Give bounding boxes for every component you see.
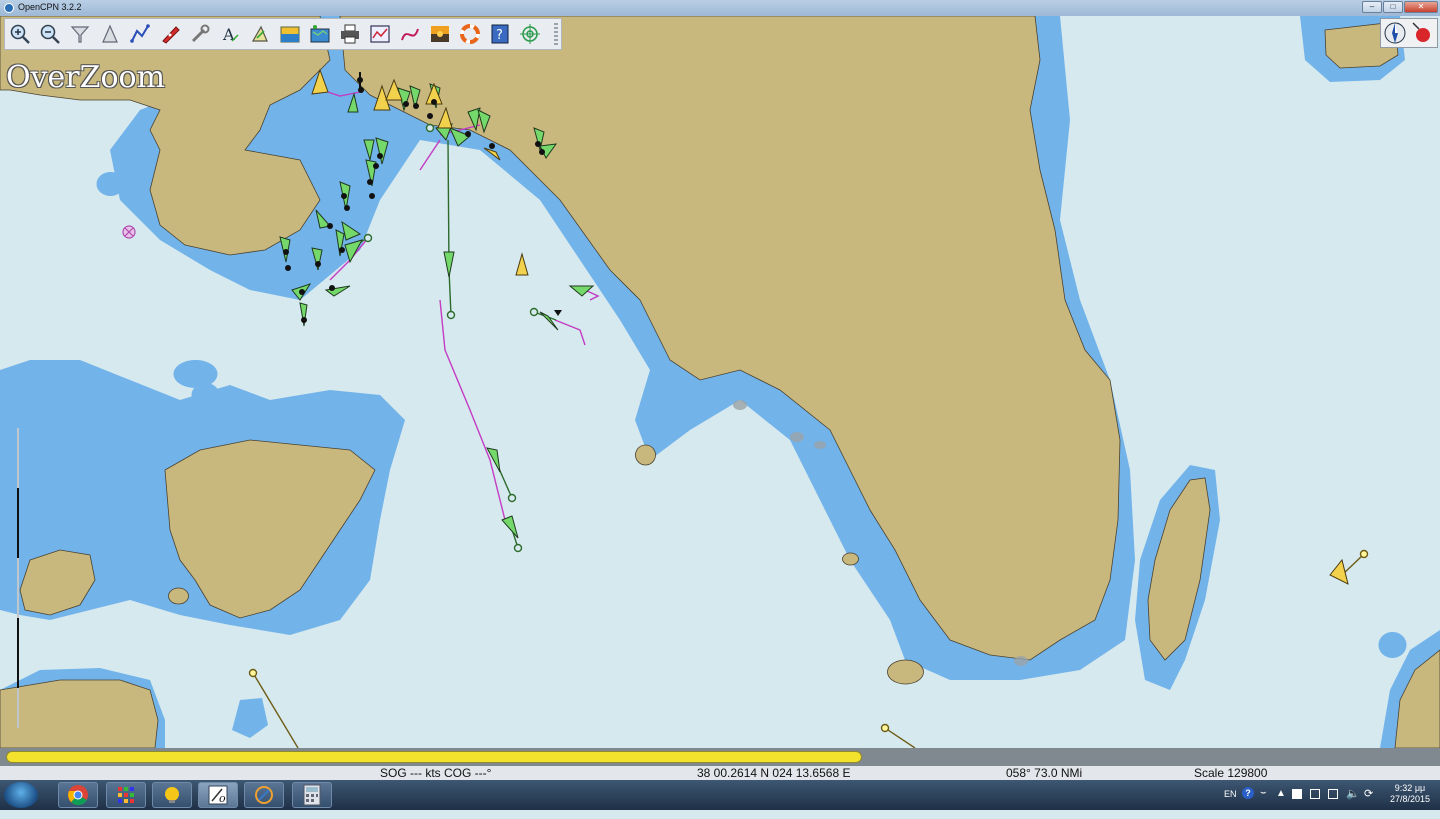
clock[interactable]: 9:32 μμ 27/8/2015 <box>1384 783 1436 813</box>
status-bar: SOG --- kts COG ---° 38 00.2614 N 024 13… <box>0 766 1440 780</box>
clock-time: 9:32 μμ <box>1394 783 1426 793</box>
tide-button[interactable] <box>277 21 303 47</box>
funnel-icon <box>70 26 90 43</box>
taskbar-chrome[interactable] <box>58 782 98 808</box>
cursor-position-readout: 38 00.2614 N 024 13.6568 E <box>697 766 851 780</box>
taskbar-apps[interactable] <box>106 782 146 808</box>
taskbar-notes[interactable] <box>152 782 192 808</box>
taskbar-opencpn[interactable]: o <box>198 782 238 808</box>
cone-icon <box>102 24 118 43</box>
create-route-button[interactable] <box>127 21 153 47</box>
route-manager-icon <box>370 25 390 43</box>
mob-button[interactable] <box>457 21 483 47</box>
calculator-icon <box>303 784 321 806</box>
chart-scale-bar <box>17 428 19 728</box>
current-button[interactable] <box>247 21 273 47</box>
svg-text:o: o <box>219 792 226 805</box>
volume-icon[interactable]: 🔈 <box>1346 787 1360 817</box>
svg-text:A: A <box>222 25 235 44</box>
main-toolbar: A ? <box>4 18 562 50</box>
start-button[interactable] <box>4 782 38 808</box>
close-button[interactable]: ✕ <box>1404 1 1438 13</box>
opencpn-icon: o <box>208 785 228 805</box>
app-grid-icon <box>118 787 134 803</box>
chart-canvas[interactable] <box>0 16 1440 748</box>
svg-text:?: ? <box>496 28 503 43</box>
window-title: OpenCPN 3.2.2 <box>18 2 82 12</box>
current-arrow-icon <box>251 25 268 42</box>
bulb-icon <box>165 787 179 803</box>
sync-icon[interactable]: ⟳ <box>1364 787 1373 817</box>
wrench-icon <box>191 24 210 43</box>
track-icon <box>401 28 419 41</box>
sog-cog-readout: SOG --- kts COG ---° <box>380 766 492 780</box>
crosshair-icon <box>520 24 540 44</box>
keyboard-tray-icon[interactable]: ⌣ <box>1260 787 1267 817</box>
ship-wheel-icon <box>255 786 273 804</box>
tide-icon <box>280 26 300 43</box>
compass-icon <box>1384 22 1430 44</box>
chart-piano-bar[interactable] <box>0 748 1440 766</box>
magnifier-minus-icon <box>40 24 60 44</box>
scale-in-button[interactable] <box>67 21 93 47</box>
magnifier-plus-icon <box>10 24 30 44</box>
show-hidden-icons[interactable]: ▲ <box>1276 788 1286 818</box>
toolbar-grip[interactable] <box>554 23 558 45</box>
lifebuoy-icon <box>460 24 480 44</box>
nautical-chart[interactable] <box>0 16 1440 748</box>
boat-icon <box>162 26 180 44</box>
clock-date: 27/8/2015 <box>1389 794 1431 804</box>
windows-flag-icon[interactable] <box>1292 789 1302 799</box>
track-button[interactable] <box>397 21 423 47</box>
zoom-in-button[interactable] <box>7 21 33 47</box>
chrome-icon <box>68 785 88 806</box>
text-a-icon: A <box>222 25 239 44</box>
piano-key-active-chart[interactable] <box>6 751 862 763</box>
maximize-button[interactable]: □ <box>1383 1 1403 13</box>
print-button[interactable] <box>337 21 363 47</box>
text-button[interactable]: A <box>217 21 243 47</box>
scale-out-button[interactable] <box>97 21 123 47</box>
opencpn-app-icon <box>4 3 14 13</box>
language-indicator[interactable]: EN <box>1224 789 1237 819</box>
action-center-icon[interactable] <box>1310 789 1320 799</box>
auto-follow-button[interactable] <box>157 21 183 47</box>
printer-icon <box>341 24 359 44</box>
bearing-distance-readout: 058° 73.0 NMi <box>1006 766 1083 780</box>
chart-stack-icon <box>310 25 330 43</box>
zoom-out-button[interactable] <box>37 21 63 47</box>
network-icon[interactable] <box>1328 789 1338 799</box>
route-manager-button[interactable] <box>367 21 393 47</box>
chart-scale-readout: Scale 129800 <box>1194 766 1268 780</box>
taskbar-calculator[interactable] <box>292 782 332 808</box>
buoy-icon <box>122 225 136 239</box>
help-tray-icon[interactable]: ? <box>1242 787 1254 799</box>
title-bar: OpenCPN 3.2.2 – □ ✕ <box>0 0 1440 17</box>
gps-status-icon <box>1416 28 1430 42</box>
options-button[interactable] <box>187 21 213 47</box>
route-icon <box>130 24 150 43</box>
taskbar-app-5[interactable] <box>244 782 284 808</box>
overzoom-indicator: OverZoom <box>6 60 166 95</box>
sunset-icon <box>431 26 449 42</box>
quilting-button[interactable] <box>307 21 333 47</box>
about-button[interactable]: ? <box>487 21 513 47</box>
compass-widget[interactable] <box>1380 18 1438 48</box>
plugin-button[interactable] <box>517 21 543 47</box>
windows-taskbar: o EN ? ⌣ ▲ 🔈 ⟳ 9:32 μμ 27/8/2015 <box>0 780 1440 810</box>
minimize-button[interactable]: – <box>1362 1 1382 13</box>
color-scheme-button[interactable] <box>427 21 453 47</box>
help-icon: ? <box>491 24 509 44</box>
